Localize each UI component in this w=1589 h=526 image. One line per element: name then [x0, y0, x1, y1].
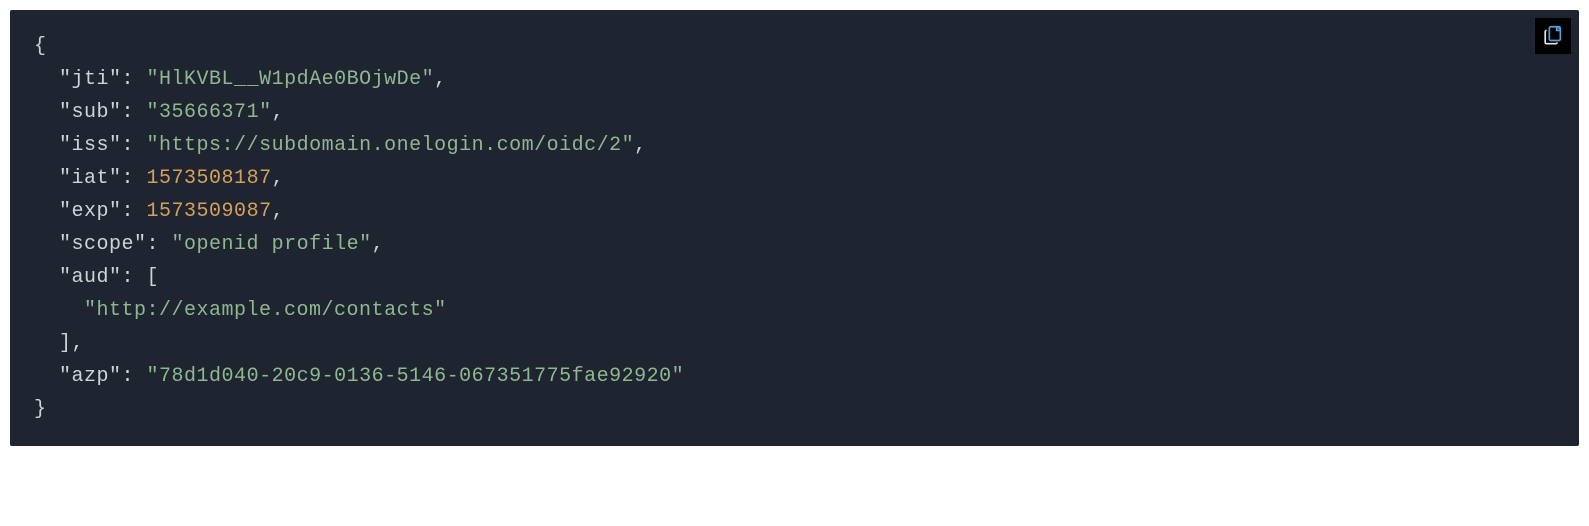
- bracket-open: [: [147, 266, 160, 289]
- bracket-close: ]: [59, 332, 72, 355]
- key-exp: "exp": [59, 200, 122, 223]
- key-iat: "iat": [59, 167, 122, 190]
- val-aud-item: "http://example.com/contacts": [84, 299, 447, 322]
- brace-close: }: [34, 398, 47, 421]
- val-sub: "35666371": [147, 101, 272, 124]
- val-jti: "HlKVBL__W1pdAe0BOjwDe": [147, 68, 435, 91]
- key-sub: "sub": [59, 101, 122, 124]
- key-jti: "jti": [59, 68, 122, 91]
- key-iss: "iss": [59, 134, 122, 157]
- copy-icon: [1542, 24, 1564, 49]
- val-exp: 1573509087: [147, 200, 272, 223]
- code-block: { "jti": "HlKVBL__W1pdAe0BOjwDe", "sub":…: [10, 10, 1579, 446]
- val-azp: "78d1d040-20c9-0136-5146-067351775fae929…: [147, 365, 685, 388]
- key-azp: "azp": [59, 365, 122, 388]
- key-scope: "scope": [59, 233, 147, 256]
- brace-open: {: [34, 35, 47, 58]
- val-scope: "openid profile": [172, 233, 372, 256]
- val-iss: "https://subdomain.onelogin.com/oidc/2": [147, 134, 635, 157]
- code-pre: { "jti": "HlKVBL__W1pdAe0BOjwDe", "sub":…: [34, 30, 1555, 426]
- val-iat: 1573508187: [147, 167, 272, 190]
- key-aud: "aud": [59, 266, 122, 289]
- copy-button[interactable]: [1535, 18, 1571, 54]
